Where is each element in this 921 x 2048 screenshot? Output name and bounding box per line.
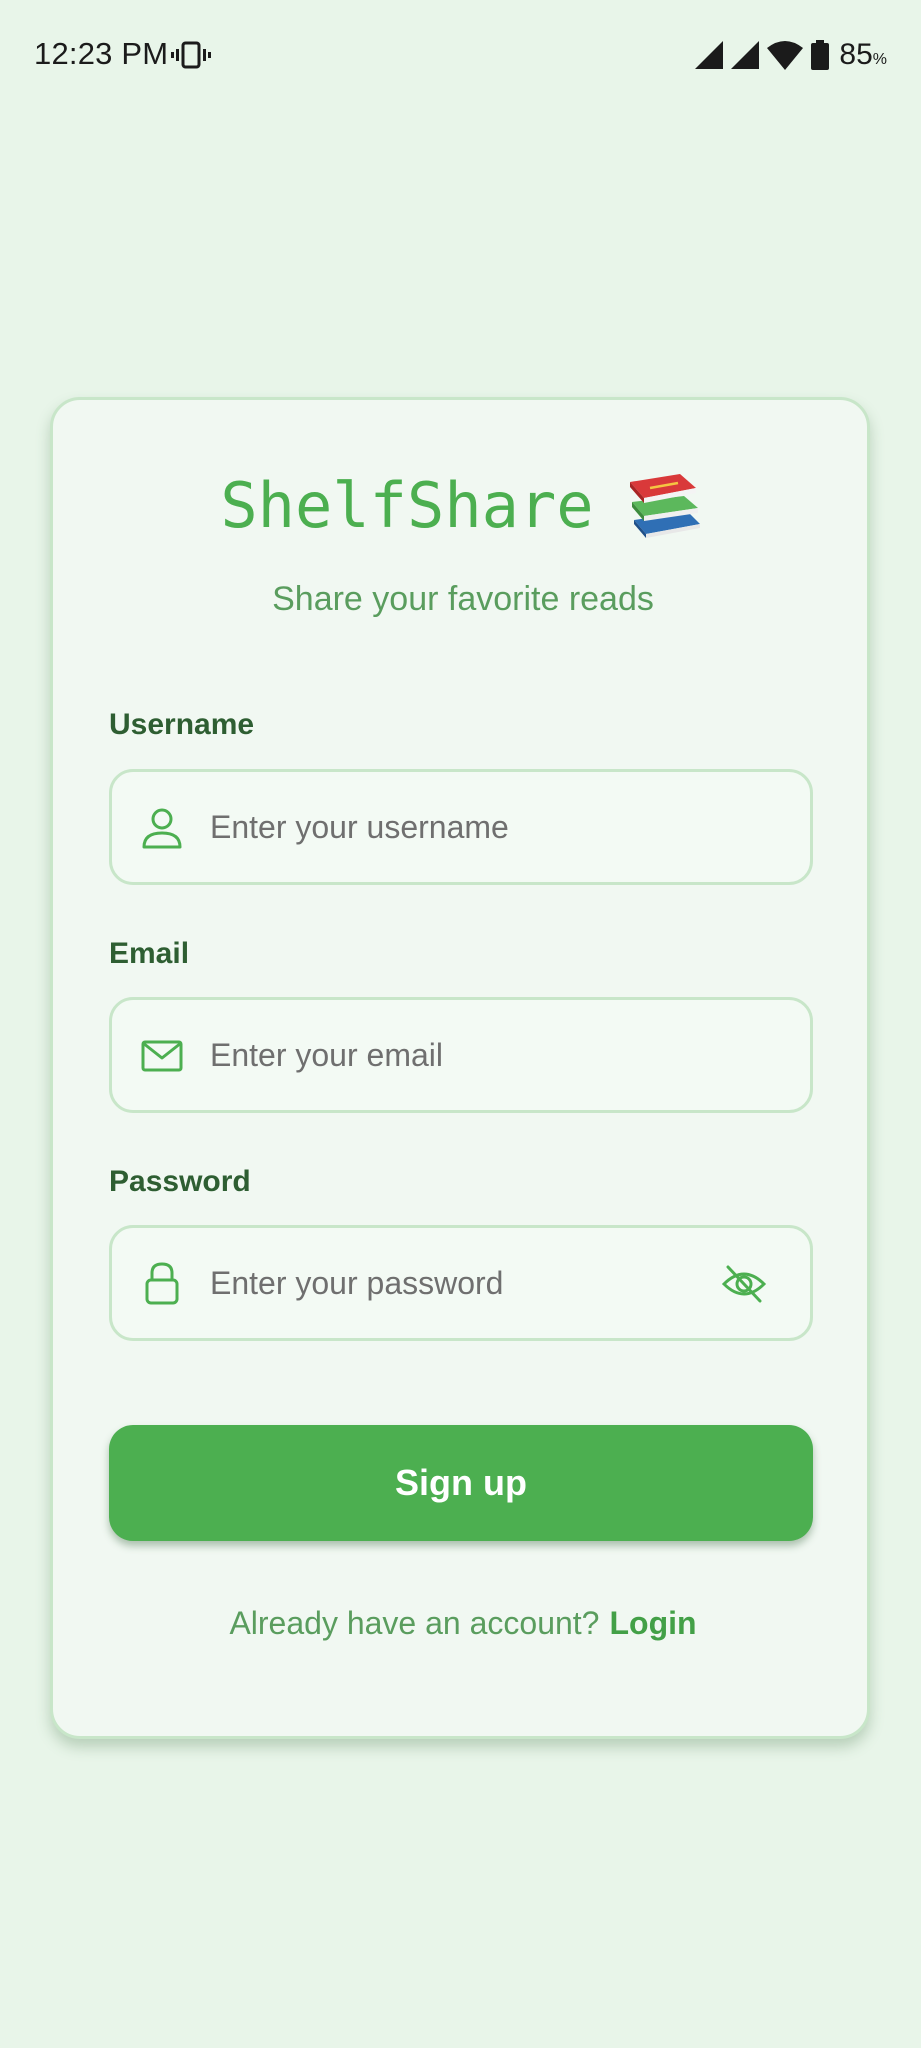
username-input[interactable] bbox=[210, 772, 670, 882]
password-input[interactable] bbox=[210, 1228, 670, 1338]
username-field[interactable] bbox=[109, 769, 813, 885]
battery-icon bbox=[811, 40, 830, 70]
email-label: Email bbox=[109, 937, 190, 970]
books-icon bbox=[629, 473, 700, 538]
app-title: ShelfShare bbox=[53, 466, 873, 546]
password-field[interactable] bbox=[109, 1225, 813, 1341]
status-icons: 85% bbox=[695, 38, 887, 72]
signal-icon bbox=[731, 41, 760, 69]
username-label: Username bbox=[109, 708, 255, 741]
eye-off-icon[interactable] bbox=[722, 1264, 766, 1304]
status-time: 12:23 PM bbox=[34, 36, 169, 71]
vibrate-icon bbox=[171, 41, 211, 69]
login-prompt-text: Already have an account? bbox=[229, 1605, 600, 1641]
app-title-text: ShelfShare bbox=[220, 469, 594, 542]
status-bar: 12:23 PM 85% bbox=[0, 0, 921, 112]
login-prompt: Already have an account? Login bbox=[53, 1605, 873, 1642]
lock-icon bbox=[145, 1262, 179, 1305]
signup-card: ShelfShare Share your favorite reads Use… bbox=[50, 397, 870, 1739]
mail-icon bbox=[141, 1040, 183, 1072]
password-label: Password bbox=[109, 1165, 251, 1198]
login-link[interactable]: Login bbox=[609, 1605, 696, 1641]
email-field[interactable] bbox=[109, 997, 813, 1113]
signup-button[interactable]: Sign up bbox=[109, 1425, 813, 1541]
signal-icon bbox=[695, 41, 724, 69]
app-subtitle: Share your favorite reads bbox=[272, 580, 654, 618]
wifi-icon bbox=[767, 41, 804, 70]
person-icon bbox=[142, 808, 182, 849]
email-input[interactable] bbox=[210, 1000, 670, 1110]
battery-percent: 85% bbox=[839, 38, 887, 71]
